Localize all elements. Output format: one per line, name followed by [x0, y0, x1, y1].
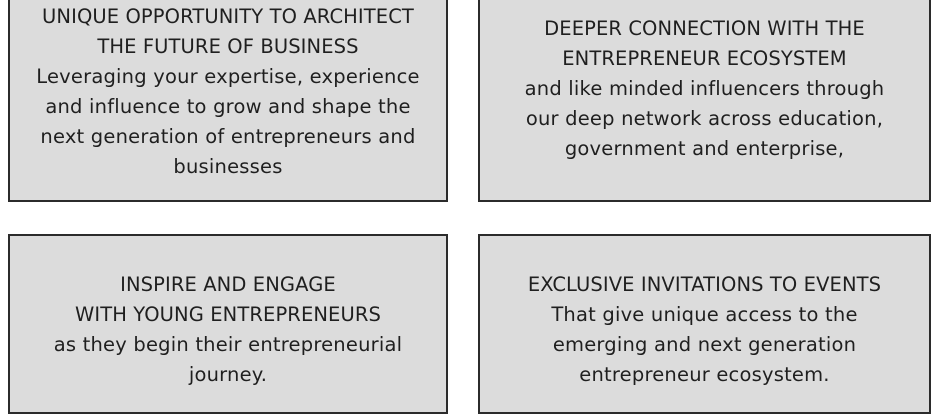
card-heading-line: DEEPER CONNECTION WITH THE: [544, 17, 865, 40]
card-body-line: entrepreneur ecosystem.: [579, 363, 830, 386]
card-heading-line: UNIQUE OPPORTUNITY TO ARCHITECT: [42, 5, 414, 28]
card-text: INSPIRE AND ENGAGE WITH YOUNG ENTREPRENE…: [54, 270, 402, 390]
benefit-card-exclusive-invitations: EXCLUSIVE INVITATIONS TO EVENTS That giv…: [478, 234, 931, 414]
benefit-card-deeper-connection: DEEPER CONNECTION WITH THE ENTREPRENEUR …: [478, 0, 931, 202]
card-text: UNIQUE OPPORTUNITY TO ARCHITECT THE FUTU…: [36, 2, 419, 182]
card-heading-line: THE FUTURE OF BUSINESS: [97, 35, 359, 58]
card-heading-line: INSPIRE AND ENGAGE: [120, 273, 336, 296]
card-body-line: and like minded influencers through: [524, 77, 885, 100]
card-body-line: as they begin their entrepreneurial: [53, 333, 403, 356]
card-heading-line: WITH YOUNG ENTREPRENEURS: [74, 303, 381, 326]
card-body-line: next generation of entrepreneurs and: [40, 125, 416, 148]
card-text: DEEPER CONNECTION WITH THE ENTREPRENEUR …: [525, 14, 885, 164]
card-body-line: businesses: [173, 155, 283, 178]
card-body-line: Leveraging your expertise, experience: [36, 65, 420, 88]
card-body-line: and influence to grow and shape the: [45, 95, 411, 118]
card-heading-line: EXCLUSIVE INVITATIONS TO EVENTS: [527, 273, 882, 296]
card-heading-line: ENTREPRENEUR ECOSYSTEM: [562, 47, 847, 70]
benefit-card-inspire-engage: INSPIRE AND ENGAGE WITH YOUNG ENTREPRENE…: [8, 234, 448, 414]
card-body-line: That give unique access to the: [551, 303, 858, 326]
card-body-line: journey.: [188, 363, 268, 386]
card-text: EXCLUSIVE INVITATIONS TO EVENTS That giv…: [528, 270, 881, 390]
card-body-line: emerging and next generation: [552, 333, 857, 356]
card-body-line: our deep network across education,: [525, 107, 884, 130]
benefit-card-architect-future: UNIQUE OPPORTUNITY TO ARCHITECT THE FUTU…: [8, 0, 448, 202]
card-body-line: government and enterprise,: [564, 137, 845, 160]
